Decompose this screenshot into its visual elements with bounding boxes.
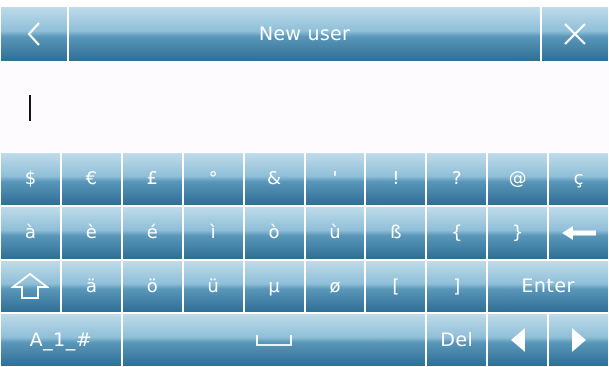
shift-up-icon [11,273,50,300]
close-icon [562,21,588,47]
key-micro[interactable]: µ [243,259,305,314]
close-button[interactable] [541,6,609,62]
delete-key[interactable]: Del [426,313,488,367]
key-right-bracket[interactable]: ] [426,259,488,314]
key-eszett[interactable]: ß [365,205,427,260]
key-pound[interactable]: £ [121,152,183,206]
enter-key[interactable]: Enter [487,259,609,314]
key-apostrophe[interactable]: ' [304,152,366,206]
key-u-umlaut[interactable]: ü [182,259,244,314]
key-degree[interactable]: ° [182,152,244,206]
chevron-left-icon [26,21,42,47]
shift-key[interactable] [0,259,61,314]
key-e-acute[interactable]: é [121,205,183,260]
cursor-right-key[interactable] [548,313,609,367]
key-question[interactable]: ? [426,152,488,206]
key-o-slash[interactable]: ø [304,259,366,314]
key-exclamation[interactable]: ! [365,152,427,206]
key-dollar[interactable]: $ [0,152,61,206]
key-ampersand[interactable]: & [243,152,305,206]
key-euro[interactable]: € [60,152,122,206]
back-button[interactable] [0,6,68,62]
key-i-grave[interactable]: ì [182,205,244,260]
page-title: New user [68,6,541,62]
text-cursor [29,95,31,121]
text-input[interactable] [0,62,609,152]
arrow-right-icon [571,328,586,353]
key-e-grave[interactable]: è [60,205,122,260]
space-bar-icon [256,333,292,347]
space-key[interactable] [121,313,427,367]
key-a-umlaut[interactable]: ä [60,259,122,314]
cursor-left-key[interactable] [487,313,549,367]
screen: New user $ € £ ° & ' ! ? @ ç à è é ì ò ù… [0,0,609,367]
key-a-grave[interactable]: à [0,205,61,260]
key-right-brace[interactable]: } [487,205,549,260]
backspace-key[interactable] [548,205,609,260]
key-c-cedilla[interactable]: ç [548,152,609,206]
backspace-arrow-icon [561,225,596,240]
mode-switch-key[interactable]: A_1_# [0,313,122,367]
key-at[interactable]: @ [487,152,549,206]
key-u-grave[interactable]: ù [304,205,366,260]
key-left-brace[interactable]: { [426,205,488,260]
arrow-left-icon [510,328,525,353]
header-bar: New user [0,6,609,62]
key-o-grave[interactable]: ò [243,205,305,260]
on-screen-keyboard: $ € £ ° & ' ! ? @ ç à è é ì ò ù ß { } ä … [0,152,609,367]
key-o-umlaut[interactable]: ö [121,259,183,314]
key-left-bracket[interactable]: [ [365,259,427,314]
